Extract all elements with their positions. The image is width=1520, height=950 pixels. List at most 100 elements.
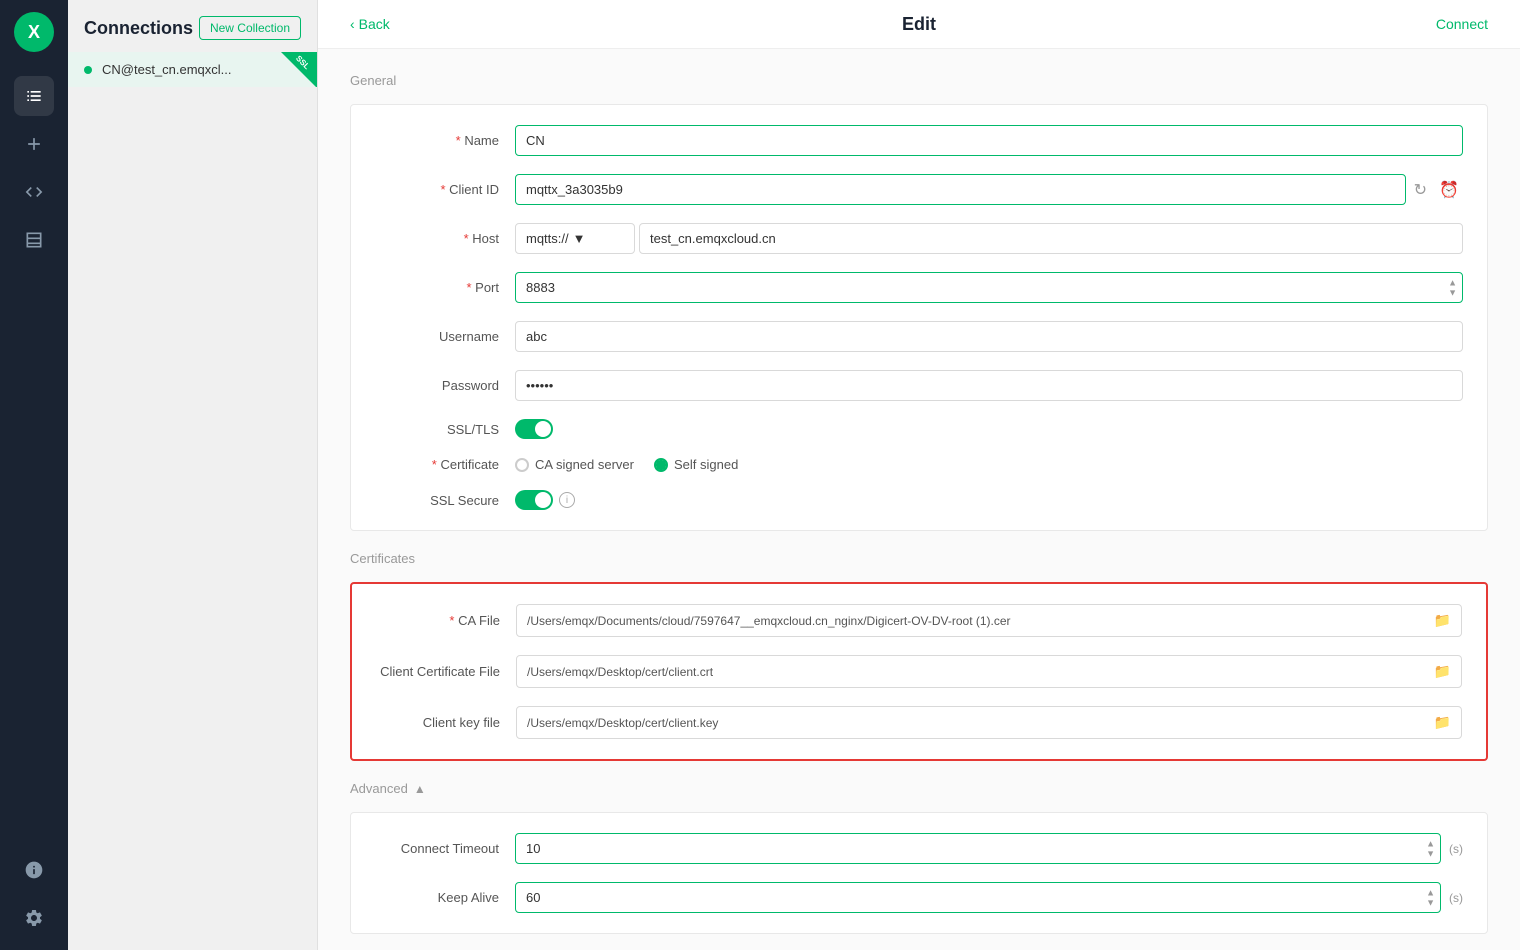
keep-alive-unit: (s) [1449,891,1463,905]
advanced-section-header[interactable]: Advanced ▲ [350,781,1488,796]
keep-alive-increment-button[interactable]: ▲ [1426,888,1435,897]
ca-file-value: /Users/emqx/Documents/cloud/7597647__emq… [517,607,1424,635]
keep-alive-input[interactable] [515,882,1441,913]
radio-ca-signed-circle [515,458,529,472]
ssl-secure-label: SSL Secure [375,493,515,508]
sidebar-item-code[interactable] [14,172,54,212]
certificate-label: Certificate [375,457,515,472]
sidebar-item-settings[interactable] [14,898,54,938]
ca-file-input-wrap: /Users/emqx/Documents/cloud/7597647__emq… [516,604,1462,637]
certificates-section-title: Certificates [350,551,1488,566]
sidebar-item-connections[interactable] [14,76,54,116]
username-label: Username [375,329,515,344]
new-collection-button[interactable]: New Collection [199,16,301,40]
port-spinners: ▲ ▼ [1448,278,1457,297]
ssl-secure-toggle[interactable] [515,490,553,510]
client-cert-input-wrap: /Users/emqx/Desktop/cert/client.crt 📁 [516,655,1462,688]
connect-timeout-label: Connect Timeout [375,841,515,856]
port-row: Port ▲ ▼ [375,272,1463,303]
ssl-tls-row: SSL/TLS [375,419,1463,439]
keep-alive-spinners: ▲ ▼ [1426,888,1435,907]
page-title: Edit [902,14,936,35]
ssl-tls-toggle[interactable] [515,419,553,439]
host-input[interactable] [639,223,1463,254]
client-cert-value: /Users/emqx/Desktop/cert/client.crt [517,658,1424,686]
certificates-section-box: CA File /Users/emqx/Documents/cloud/7597… [350,582,1488,761]
port-label: Port [375,280,515,295]
connections-title: Connections [84,18,193,39]
client-id-input[interactable] [515,174,1406,205]
form-area: General Name Client ID ↻ ⏰ Host [318,49,1520,950]
ssl-tls-label: SSL/TLS [375,422,515,437]
connection-name: CN@test_cn.emqxcl... [102,62,301,77]
keep-alive-label: Keep Alive [375,890,515,905]
client-key-label: Client key file [376,715,516,730]
keep-alive-input-wrap: ▲ ▼ [515,882,1441,913]
client-key-input-wrap: /Users/emqx/Desktop/cert/client.key 📁 [516,706,1462,739]
password-label: Password [375,378,515,393]
ca-file-browse-button[interactable]: 📁 [1424,605,1461,636]
ca-file-label: CA File [376,613,516,628]
connect-timeout-input-wrap: ▲ ▼ [515,833,1441,864]
connect-button[interactable]: Connect [1436,16,1488,32]
port-input[interactable] [515,272,1463,303]
general-section-title: General [350,73,1488,88]
sidebar: X [0,0,68,950]
client-id-row: Client ID ↻ ⏰ [375,174,1463,205]
main-header: ‹ Back Edit Connect [318,0,1520,49]
port-decrement-button[interactable]: ▼ [1448,288,1457,297]
radio-self-signed[interactable]: Self signed [654,457,738,472]
host-protocol-select[interactable]: mqtts:// ▼ [515,223,635,254]
connections-panel: Connections New Collection CN@test_cn.em… [68,0,318,950]
certificate-row: Certificate CA signed server Self signed [375,457,1463,472]
client-key-value: /Users/emqx/Desktop/cert/client.key [517,709,1424,737]
advanced-toggle-arrow: ▲ [414,782,426,796]
ssl-secure-row: SSL Secure i [375,490,1463,510]
certificate-radio-group: CA signed server Self signed [515,457,738,472]
port-increment-button[interactable]: ▲ [1448,278,1457,287]
advanced-section-box: Connect Timeout ▲ ▼ (s) Keep Alive ▲ [350,812,1488,934]
connect-timeout-input[interactable] [515,833,1441,864]
name-row: Name [375,125,1463,156]
back-button[interactable]: ‹ Back [350,16,390,32]
connect-timeout-decrement-button[interactable]: ▼ [1426,849,1435,858]
client-cert-browse-button[interactable]: 📁 [1424,656,1461,687]
ssl-secure-info-icon[interactable]: i [559,492,575,508]
sidebar-item-table[interactable] [14,220,54,260]
general-section-box: Name Client ID ↻ ⏰ Host mqtts:// ▼ [350,104,1488,531]
port-input-wrap: ▲ ▼ [515,272,1463,303]
clock-client-id-button[interactable]: ⏰ [1435,176,1463,204]
keep-alive-decrement-button[interactable]: ▼ [1426,898,1435,907]
connections-header: Connections New Collection [68,0,317,52]
connect-timeout-row: Connect Timeout ▲ ▼ (s) [375,833,1463,864]
connect-timeout-increment-button[interactable]: ▲ [1426,839,1435,848]
ca-file-row: CA File /Users/emqx/Documents/cloud/7597… [376,604,1462,637]
client-key-browse-button[interactable]: 📁 [1424,707,1461,738]
radio-self-signed-circle [654,458,668,472]
connection-item[interactable]: CN@test_cn.emqxcl... SSL [68,52,317,87]
refresh-client-id-button[interactable]: ↻ [1410,176,1431,204]
sidebar-item-add[interactable] [14,124,54,164]
connect-timeout-unit: (s) [1449,842,1463,856]
host-input-row: mqtts:// ▼ [515,223,1463,254]
host-label: Host [375,231,515,246]
client-id-label: Client ID [375,182,515,197]
connect-timeout-spinners: ▲ ▼ [1426,839,1435,858]
sidebar-item-info[interactable] [14,850,54,890]
host-row: Host mqtts:// ▼ [375,223,1463,254]
client-key-row: Client key file /Users/emqx/Desktop/cert… [376,706,1462,739]
username-row: Username [375,321,1463,352]
password-input[interactable] [515,370,1463,401]
connection-status-dot [84,66,92,74]
username-input[interactable] [515,321,1463,352]
radio-ca-signed[interactable]: CA signed server [515,457,634,472]
app-logo[interactable]: X [14,12,54,52]
client-cert-row: Client Certificate File /Users/emqx/Desk… [376,655,1462,688]
password-row: Password [375,370,1463,401]
client-id-input-row: ↻ ⏰ [515,174,1463,205]
name-label: Name [375,133,515,148]
name-input[interactable] [515,125,1463,156]
client-cert-label: Client Certificate File [376,664,516,679]
main-content: ‹ Back Edit Connect General Name Client … [318,0,1520,950]
keep-alive-row: Keep Alive ▲ ▼ (s) [375,882,1463,913]
